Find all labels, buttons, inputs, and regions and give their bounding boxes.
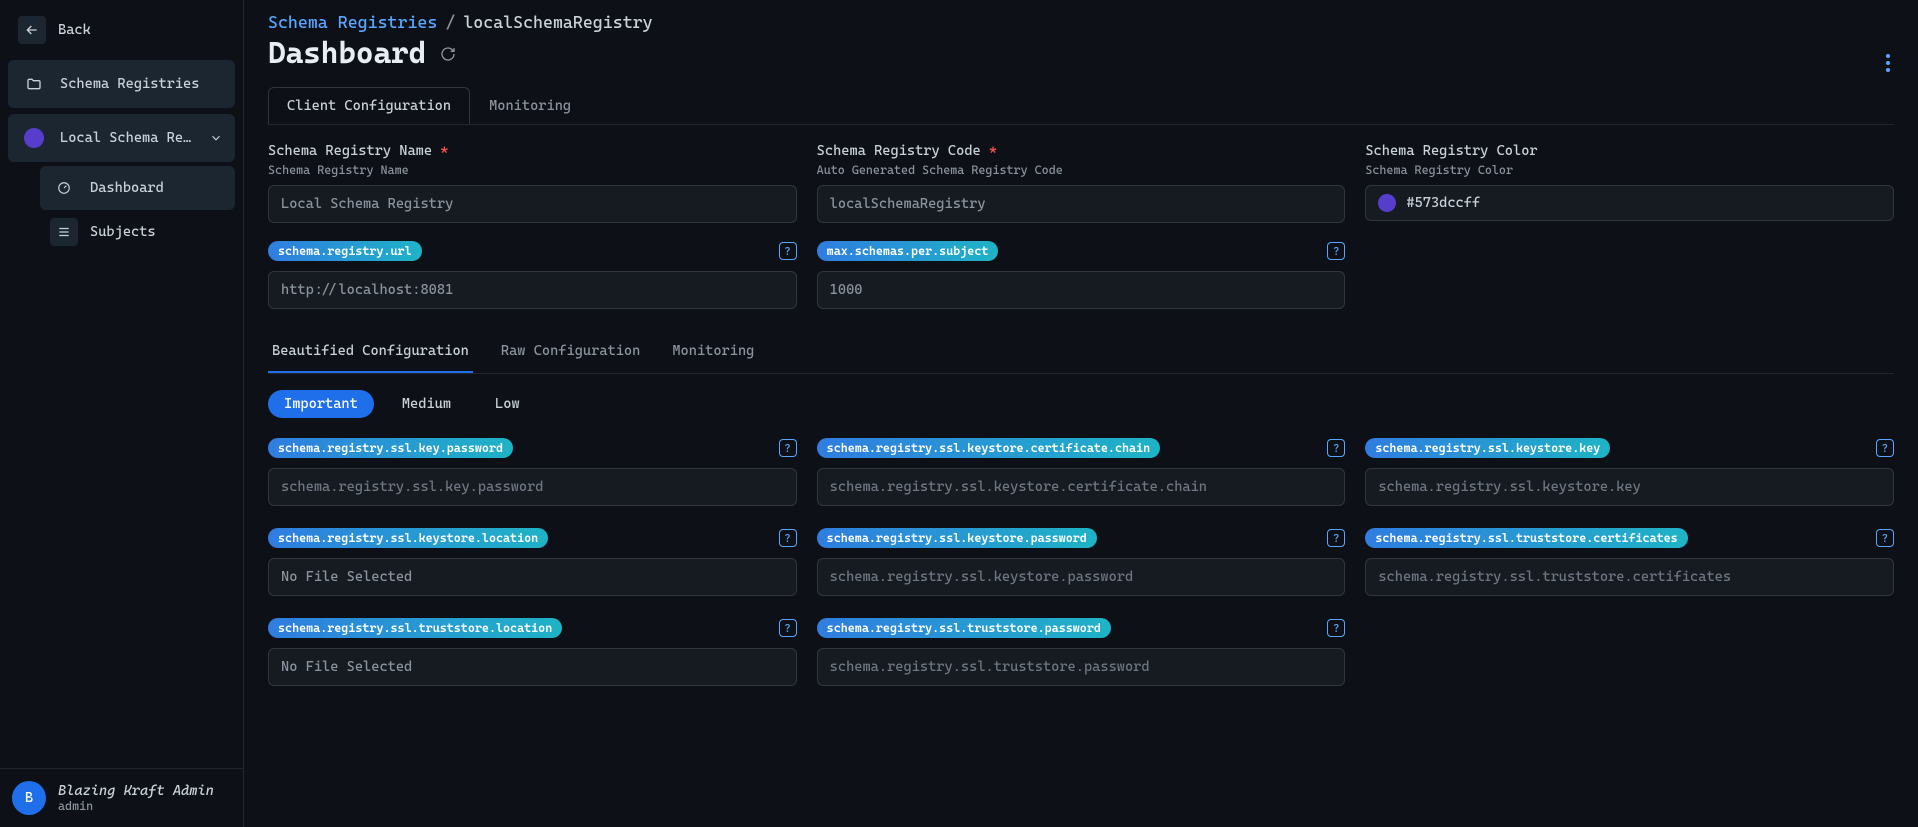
folder-icon — [20, 70, 48, 98]
user-name: Blazing Kraft Admin — [58, 783, 214, 799]
ssl-truststore-location-input[interactable] — [268, 648, 797, 686]
prop-pill: schema.registry.ssl.keystore.location — [268, 528, 548, 548]
field-ssl-keystore-key: schema.registry.ssl.keystore.key ? — [1365, 438, 1894, 506]
filter-important[interactable]: Important — [268, 390, 374, 418]
prop-pill: schema.registry.ssl.truststore.password — [817, 618, 1111, 638]
help-icon[interactable]: ? — [1876, 529, 1894, 547]
prop-pill: schema.registry.url — [268, 241, 422, 261]
schema-registry-name-input[interactable] — [268, 185, 797, 223]
breadcrumb-root[interactable]: Schema Registries — [268, 12, 437, 32]
page-title: Dashboard — [268, 36, 426, 71]
field-ssl-keystore-location: schema.registry.ssl.keystore.location ? — [268, 528, 797, 596]
sidebar-subitem-label: Subjects — [90, 224, 156, 240]
breadcrumb: Schema Registries / localSchemaRegistry — [268, 12, 1894, 32]
ssl-keystore-password-input[interactable] — [817, 558, 1346, 596]
required-icon: * — [440, 143, 448, 159]
schema-registry-code-input[interactable] — [817, 185, 1346, 223]
breadcrumb-current: localSchemaRegistry — [463, 12, 652, 32]
subtab-raw[interactable]: Raw Configuration — [497, 333, 644, 373]
field-ssl-truststore-certs: schema.registry.ssl.truststore.certifica… — [1365, 528, 1894, 596]
gauge-icon — [50, 174, 78, 202]
sidebar-item-local-schema-registry[interactable]: Local Schema Regi… — [8, 114, 235, 162]
ssl-truststore-certs-input[interactable] — [1365, 558, 1894, 596]
sidebar-subitem-label: Dashboard — [90, 180, 164, 196]
schema-registry-color-input[interactable]: #573dccff — [1365, 185, 1894, 221]
schema-registry-url-input[interactable] — [268, 271, 797, 309]
color-swatch — [1378, 194, 1396, 212]
sidebar-subitem-subjects[interactable]: Subjects — [40, 210, 235, 254]
back-arrow-icon — [18, 16, 46, 44]
sidebar-item-schema-registries[interactable]: Schema Registries — [8, 60, 235, 108]
field-ssl-keystore-password: schema.registry.ssl.keystore.password ? — [817, 528, 1346, 596]
tab-monitoring[interactable]: Monitoring — [470, 87, 590, 124]
breadcrumb-sep: / — [445, 12, 455, 32]
field-schema-registry-color: Schema Registry Color Schema Registry Co… — [1365, 143, 1894, 223]
refresh-icon[interactable] — [440, 46, 456, 62]
prop-pill: schema.registry.ssl.key.password — [268, 438, 513, 458]
prop-pill: schema.registry.ssl.keystore.password — [817, 528, 1097, 548]
tab-client-configuration[interactable]: Client Configuration — [268, 87, 470, 124]
sidebar: Back Schema Registries Local Schema Regi… — [0, 0, 244, 827]
sidebar-item-label: Schema Registries — [60, 76, 223, 92]
back-button[interactable]: Back — [8, 8, 235, 52]
required-icon: * — [989, 143, 997, 159]
sidebar-subitem-dashboard[interactable]: Dashboard — [40, 166, 235, 210]
field-ssl-key-password: schema.registry.ssl.key.password ? — [268, 438, 797, 506]
kebab-menu-icon[interactable] — [1882, 50, 1894, 76]
avatar: B — [12, 781, 46, 815]
prop-pill: schema.registry.ssl.keystore.key — [1365, 438, 1610, 458]
help-icon[interactable]: ? — [1327, 242, 1345, 260]
prop-pill: schema.registry.ssl.truststore.certifica… — [1365, 528, 1687, 548]
ssl-key-password-input[interactable] — [268, 468, 797, 506]
help-icon[interactable]: ? — [1327, 439, 1345, 457]
main-content: Schema Registries / localSchemaRegistry … — [244, 0, 1918, 827]
field-schema-registry-name: Schema Registry Name * Schema Registry N… — [268, 143, 797, 223]
help-icon[interactable]: ? — [1327, 529, 1345, 547]
field-schema-registry-url: schema.registry.url ? — [268, 241, 797, 309]
subtab-monitoring[interactable]: Monitoring — [668, 333, 758, 373]
sidebar-item-label: Local Schema Regi… — [60, 130, 197, 146]
prop-pill: schema.registry.ssl.truststore.location — [268, 618, 562, 638]
user-footer[interactable]: B Blazing Kraft Admin admin — [0, 768, 243, 827]
help-icon[interactable]: ? — [779, 439, 797, 457]
filter-medium[interactable]: Medium — [386, 390, 467, 418]
list-icon — [50, 218, 78, 246]
config-subtabs: Beautified Configuration Raw Configurati… — [268, 333, 1894, 374]
filter-low[interactable]: Low — [479, 390, 536, 418]
main-tabs: Client Configuration Monitoring — [268, 87, 1894, 125]
ssl-keystore-key-input[interactable] — [1365, 468, 1894, 506]
field-ssl-truststore-location: schema.registry.ssl.truststore.location … — [268, 618, 797, 686]
subtab-beautified[interactable]: Beautified Configuration — [268, 333, 473, 373]
chevron-down-icon — [209, 131, 223, 145]
field-ssl-truststore-password: schema.registry.ssl.truststore.password … — [817, 618, 1346, 686]
help-icon[interactable]: ? — [1876, 439, 1894, 457]
help-icon[interactable]: ? — [779, 619, 797, 637]
help-icon[interactable]: ? — [779, 242, 797, 260]
field-ssl-keystore-cert-chain: schema.registry.ssl.keystore.certificate… — [817, 438, 1346, 506]
ssl-truststore-password-input[interactable] — [817, 648, 1346, 686]
field-schema-registry-code: Schema Registry Code * Auto Generated Sc… — [817, 143, 1346, 223]
back-label: Back — [58, 22, 91, 38]
ssl-keystore-location-input[interactable] — [268, 558, 797, 596]
field-max-schemas-per-subject: max.schemas.per.subject ? — [817, 241, 1346, 309]
prop-pill: schema.registry.ssl.keystore.certificate… — [817, 438, 1160, 458]
help-icon[interactable]: ? — [779, 529, 797, 547]
prop-pill: max.schemas.per.subject — [817, 241, 999, 261]
user-role: admin — [58, 799, 214, 813]
circle-icon — [20, 124, 48, 152]
help-icon[interactable]: ? — [1327, 619, 1345, 637]
max-schemas-input[interactable] — [817, 271, 1346, 309]
ssl-keystore-cert-chain-input[interactable] — [817, 468, 1346, 506]
importance-filters: Important Medium Low — [268, 390, 1894, 418]
